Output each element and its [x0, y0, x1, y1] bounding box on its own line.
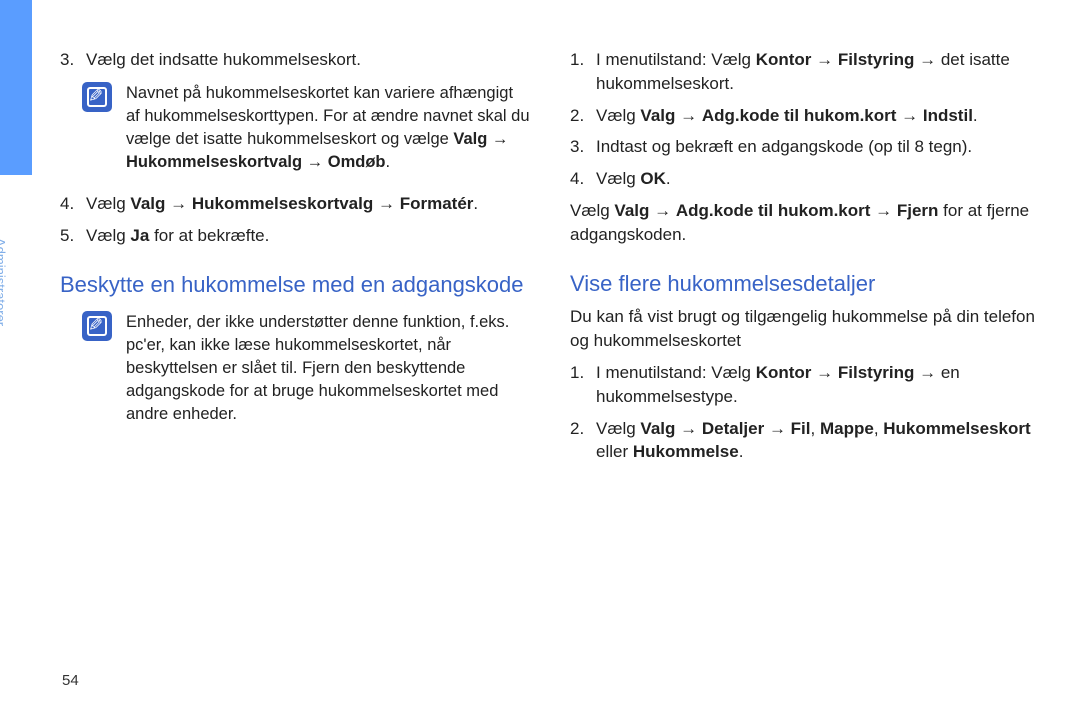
note-icon [82, 82, 112, 112]
page-number: 54 [62, 672, 79, 689]
list-item: 2. Vælg Valg → Adg.kode til hukom.kort →… [570, 104, 1040, 128]
step-text: Vælg det indsatte hukommelseskort. [86, 48, 530, 72]
list-item: 3. Vælg det indsatte hukommelseskort. [60, 48, 530, 72]
section-heading: Beskytte en hukommelse med en adgangskod… [60, 270, 530, 301]
page-content: 3. Vælg det indsatte hukommelseskort. Na… [60, 48, 1040, 691]
note-text: Navnet på hukommelseskortet kan variere … [126, 82, 530, 174]
step-number: 5. [60, 224, 86, 248]
right-column: 1. I menutilstand: Vælg Kontor → Filstyr… [570, 48, 1040, 691]
note-icon [82, 311, 112, 341]
step-text: Vælg OK. [596, 167, 1040, 191]
step-number: 2. [570, 104, 596, 128]
step-text: Vælg Valg → Hukommelseskortvalg → Format… [86, 192, 530, 216]
step-text: I menutilstand: Vælg Kontor → Filstyring… [596, 48, 1040, 96]
step-number: 4. [60, 192, 86, 216]
note-text: Enheder, der ikke understøtter denne fun… [126, 311, 530, 426]
step-number: 1. [570, 361, 596, 409]
paragraph: Vælg Valg → Adg.kode til hukom.kort → Fj… [570, 199, 1040, 247]
step-text: Vælg Valg → Detaljer → Fil, Mappe, Hukom… [596, 417, 1040, 465]
step-text: Vælg Ja for at bekræfte. [86, 224, 530, 248]
step-number: 4. [570, 167, 596, 191]
step-text: Indtast og bekræft en adgangskode (op ti… [596, 135, 1040, 159]
list-item: 5. Vælg Ja for at bekræfte. [60, 224, 530, 248]
note-block: Navnet på hukommelseskortet kan variere … [82, 82, 530, 174]
list-item: 4. Vælg Valg → Hukommelseskortvalg → For… [60, 192, 530, 216]
list-item: 1. I menutilstand: Vælg Kontor → Filstyr… [570, 361, 1040, 409]
list-item: 1. I menutilstand: Vælg Kontor → Filstyr… [570, 48, 1040, 96]
step-number: 3. [570, 135, 596, 159]
note-block: Enheder, der ikke understøtter denne fun… [82, 311, 530, 426]
list-item: 3. Indtast og bekræft en adgangskode (op… [570, 135, 1040, 159]
section-heading: Vise flere hukommelsesdetaljer [570, 269, 1040, 300]
step-text: I menutilstand: Vælg Kontor → Filstyring… [596, 361, 1040, 409]
sidebar-accent-tab [0, 0, 32, 175]
step-number: 1. [570, 48, 596, 96]
list-item: 2. Vælg Valg → Detaljer → Fil, Mappe, Hu… [570, 417, 1040, 465]
sidebar-section-label: Administratorer [0, 238, 8, 438]
step-number: 3. [60, 48, 86, 72]
left-column: 3. Vælg det indsatte hukommelseskort. Na… [60, 48, 530, 691]
list-item: 4. Vælg OK. [570, 167, 1040, 191]
paragraph: Du kan få vist brugt og tilgængelig huko… [570, 305, 1040, 353]
step-number: 2. [570, 417, 596, 465]
step-text: Vælg Valg → Adg.kode til hukom.kort → In… [596, 104, 1040, 128]
